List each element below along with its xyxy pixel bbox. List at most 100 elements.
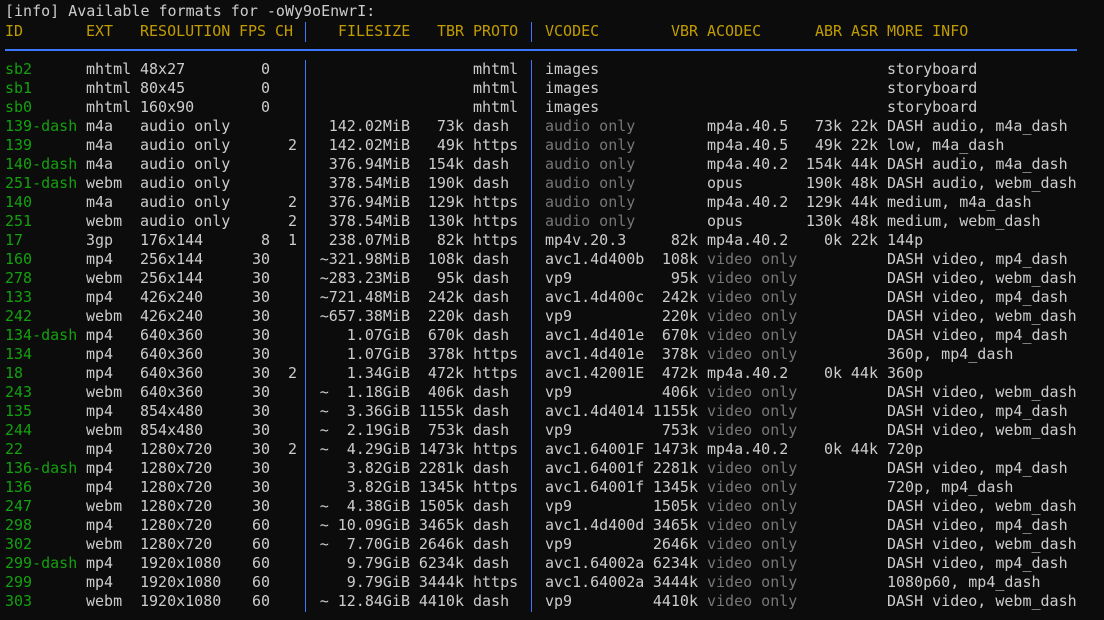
cell-fps: 30: [251, 269, 270, 287]
cell-tbr: 129k: [427, 193, 464, 211]
cell-abr: 0k: [823, 440, 842, 458]
cell-ext: webm: [86, 497, 123, 515]
cell-vbr: 378k: [661, 345, 698, 363]
cell-acodec: video only: [707, 326, 798, 344]
cell-fps: 60: [251, 592, 270, 610]
cell-filesize: 238.07MiB: [328, 231, 410, 249]
cell-vcodec: mp4v.20.3: [545, 231, 627, 249]
cell-fps: 30: [251, 440, 270, 458]
cell-abr: 130k: [805, 212, 842, 230]
cell-fps: 30: [251, 459, 270, 477]
cell-ext: 3gp: [86, 231, 114, 249]
cell-resolution: 1280x720: [140, 535, 213, 553]
cell-id: sb0: [5, 98, 33, 116]
cell-tbr: 82k: [436, 231, 464, 249]
header-resolution: RESOLUTION: [140, 22, 231, 40]
cell-more-info: DASH video, mp4_dash: [887, 288, 1068, 306]
cell-vcodec: audio only: [545, 155, 636, 173]
cell-id: 134-dash: [5, 326, 78, 344]
cell-acodec: video only: [707, 554, 798, 572]
cell-more-info: DASH video, webm_dash: [887, 307, 1077, 325]
cell-vbr: 1505k: [652, 497, 698, 515]
cell-vbr: 242k: [661, 288, 698, 306]
cell-acodec: mp4a.40.5: [707, 136, 789, 154]
cell-vbr: 3444k: [652, 573, 698, 591]
cell-acodec: video only: [707, 402, 798, 420]
cell-ext: mp4: [86, 516, 114, 534]
table-row: 251-dash webm audio only 378.54MiB 190k dash a…: [5, 174, 1095, 193]
cell-proto: dash: [473, 459, 510, 477]
cell-more-info: DASH video, webm_dash: [887, 592, 1077, 610]
cell-proto: dash: [473, 307, 510, 325]
cell-id: 133: [5, 288, 33, 306]
cell-filesize: 3.82GiB: [346, 459, 410, 477]
cell-resolution: 640x360: [140, 326, 204, 344]
cell-ext: mp4: [86, 250, 114, 268]
cell-id: 134: [5, 345, 33, 363]
cell-resolution: 640x360: [140, 345, 204, 363]
cell-id: 278: [5, 269, 33, 287]
cell-resolution: 640x360: [140, 364, 204, 382]
cell-proto: https: [473, 231, 519, 249]
cell-vbr: 1345k: [652, 478, 698, 496]
cell-tbr: 1473k: [418, 440, 464, 458]
cell-resolution: 80x45: [140, 79, 186, 97]
header-vcodec: VCODEC: [545, 22, 600, 40]
cell-acodec: mp4a.40.2: [707, 440, 789, 458]
cell-tbr: 2281k: [418, 459, 464, 477]
header-id: ID: [5, 22, 24, 40]
cell-vbr: 3465k: [652, 516, 698, 534]
cell-ext: mp4: [86, 326, 114, 344]
table-row: sb0 mhtml 160x90 0 mhtml images storyboard: [5, 98, 1095, 117]
cell-more-info: DASH video, mp4_dash: [887, 554, 1068, 572]
cell-acodec: opus: [707, 174, 744, 192]
cell-acodec: mp4a.40.5: [707, 117, 789, 135]
cell-acodec: video only: [707, 269, 798, 287]
table-row: 136 mp4 1280x720 30 3.82GiB 1345k https avc1.64…: [5, 478, 1095, 497]
cell-filesize: ~321.98MiB: [319, 250, 410, 268]
cell-acodec: video only: [707, 421, 798, 439]
cell-id: 243: [5, 383, 33, 401]
cell-tbr: 95k: [436, 269, 464, 287]
cell-proto: dash: [473, 535, 510, 553]
cell-proto: https: [473, 440, 519, 458]
cell-vbr: 406k: [661, 383, 698, 401]
cell-ext: webm: [86, 383, 123, 401]
table-row: 135 mp4 854x480 30 ~ 3.36GiB 1155k dash avc1.4d…: [5, 402, 1095, 421]
cell-tbr: 1345k: [418, 478, 464, 496]
cell-proto: https: [473, 345, 519, 363]
cell-vcodec: images: [545, 98, 600, 116]
cell-acodec: video only: [707, 478, 798, 496]
cell-resolution: 426x240: [140, 288, 204, 306]
cell-filesize: ~ 10.09GiB: [319, 516, 410, 534]
cell-vbr: 4410k: [652, 592, 698, 610]
cell-tbr: 406k: [427, 383, 464, 401]
table-row: 139 m4a audio only 2 142.02MiB 49k https audio …: [5, 136, 1095, 155]
cell-resolution: 1280x720: [140, 516, 213, 534]
cell-ext: mp4: [86, 440, 114, 458]
cell-resolution: 1280x720: [140, 478, 213, 496]
cell-ext: mp4: [86, 554, 114, 572]
cell-acodec: video only: [707, 516, 798, 534]
cell-ext: mhtml: [86, 60, 132, 78]
table-row: 299-dash mp4 1920x1080 60 9.79GiB 6234k dash av…: [5, 554, 1095, 573]
cell-acodec: video only: [707, 573, 798, 591]
cell-ext: webm: [86, 307, 123, 325]
cell-acodec: video only: [707, 288, 798, 306]
table-row: 247 webm 1280x720 30 ~ 4.38GiB 1505k dash vp9 15…: [5, 497, 1095, 516]
cell-proto: dash: [473, 288, 510, 306]
cell-resolution: 256x144: [140, 250, 204, 268]
cell-ext: m4a: [86, 117, 114, 135]
cell-resolution: audio only: [140, 136, 231, 154]
cell-vcodec: audio only: [545, 212, 636, 230]
cell-more-info: DASH audio, webm_dash: [887, 174, 1077, 192]
cell-fps: 30: [251, 364, 270, 382]
cell-resolution: 426x240: [140, 307, 204, 325]
table-row: 299 mp4 1920x1080 60 9.79GiB 3444k https avc1.6…: [5, 573, 1095, 592]
cell-ch: 2: [287, 193, 297, 211]
cell-resolution: audio only: [140, 117, 231, 135]
cell-ext: m4a: [86, 155, 114, 173]
cell-filesize: 142.02MiB: [328, 117, 410, 135]
cell-acodec: video only: [707, 459, 798, 477]
cell-vcodec: vp9: [545, 592, 573, 610]
